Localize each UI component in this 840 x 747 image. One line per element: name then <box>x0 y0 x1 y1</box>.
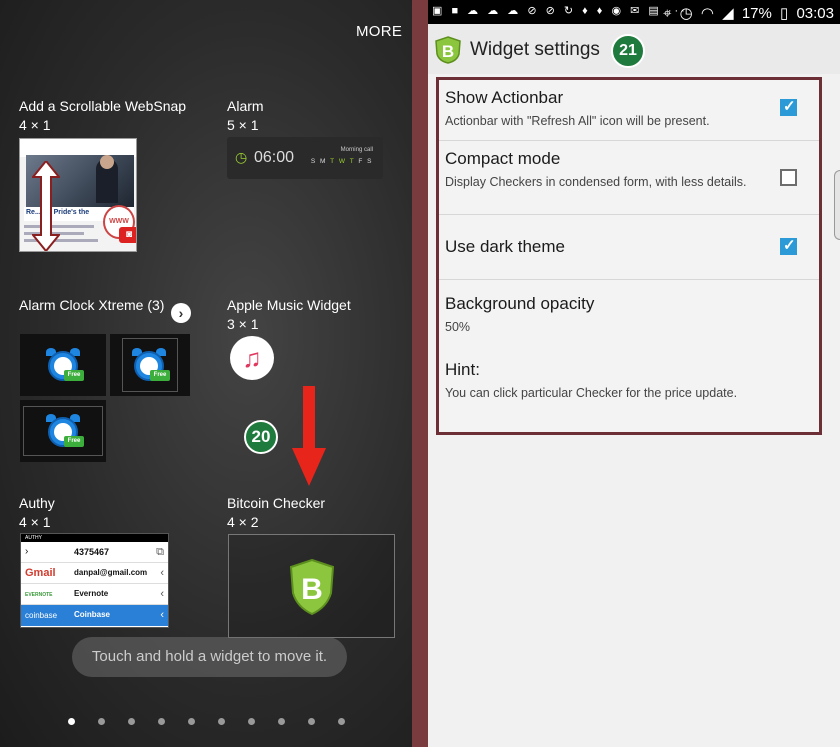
setting-title: Background opacity <box>445 294 595 313</box>
alarm-clock-icon: Free <box>44 414 84 448</box>
copy-icon: ⧉ <box>156 546 164 558</box>
alarm-icon: ◷ <box>679 5 693 22</box>
alarm-label: Morning call <box>340 147 373 153</box>
expand-chevron-icon[interactable]: › <box>171 303 191 323</box>
widget-name-bitcoin-checker: Bitcoin Checker <box>227 495 326 511</box>
widget-size-apple-music: 3 × 1 <box>227 316 259 332</box>
toast-message: Touch and hold a widget to move it. <box>72 637 347 677</box>
page-indicator <box>68 718 358 728</box>
app-bar: B Widget settings 21 <box>428 24 840 74</box>
setting-title: Compact mode <box>445 149 561 168</box>
list-item: Gmail danpal@gmail.com ‹ <box>21 563 168 584</box>
list-item: coinbase Coinbase ‹ <box>21 605 168 626</box>
notification-icons: ▣ ■ ☁ ☁ ☁ ⊘ ⊘ ↻ ♦ ♦ ◉ ✉ ▤ ··· <box>432 5 688 17</box>
websnap-widget-preview[interactable]: Re...up: Pride's the WWW ◙ <box>19 138 137 252</box>
compact-mode-checkbox[interactable] <box>780 169 797 186</box>
page-dot[interactable] <box>278 718 285 725</box>
edge-panel-handle[interactable] <box>834 170 840 240</box>
more-button[interactable]: MORE <box>356 23 402 40</box>
authy-code: 4375467 <box>74 547 110 557</box>
setting-background-opacity[interactable]: Background opacity 50% <box>439 280 819 343</box>
show-actionbar-checkbox[interactable] <box>780 97 797 116</box>
widget-picker-screen: MORE Add a Scrollable WebSnap 4 × 1 Re..… <box>0 0 412 747</box>
svg-text:B: B <box>301 573 323 606</box>
dark-theme-checkbox[interactable] <box>780 236 797 255</box>
widget-size-authy: 4 × 1 <box>19 514 51 530</box>
gmail-icon: Gmail <box>25 567 56 579</box>
svg-text:B: B <box>442 42 454 61</box>
widget-size-bitcoin-checker: 4 × 2 <box>227 514 259 530</box>
alarm-days: S M T W T F S <box>310 158 373 165</box>
evernote-icon: EVERNOTE <box>25 592 53 598</box>
status-bar: ▣ ■ ☁ ☁ ☁ ⊘ ⊘ ↻ ♦ ♦ ◉ ✉ ▤ ··· ⌖ ◷ ◠ ◢ 17… <box>428 0 840 24</box>
signal-icon: ◢ <box>722 5 734 22</box>
hint-text: You can click particular Checker for the… <box>445 386 738 400</box>
page-dot[interactable] <box>158 718 165 725</box>
page-dot[interactable] <box>188 718 195 725</box>
alarm-clock-icon: Free <box>44 348 84 382</box>
alarm-time: 06:00 <box>254 149 295 166</box>
wifi-icon: ◠ <box>700 5 714 22</box>
page-dot[interactable] <box>308 718 315 725</box>
opacity-value: 50% <box>445 320 471 334</box>
setting-title: Show Actionbar <box>445 88 564 107</box>
music-note-icon[interactable]: ♫ <box>230 336 274 380</box>
location-icon: ⌖ <box>662 5 672 22</box>
widget-name-alarm: Alarm <box>227 98 264 114</box>
alarm-widget-preview[interactable]: ◷ 06:00 Morning call S M T W T F S <box>227 137 383 179</box>
setting-summary: Display Checkers in condensed form, with… <box>445 175 747 189</box>
red-down-arrow-icon <box>292 386 326 486</box>
page-dot[interactable] <box>338 718 345 725</box>
widget-name-authy: Authy <box>19 495 55 511</box>
hint-title: Hint: <box>445 360 480 379</box>
widget-name-alarm-clock-xtreme: Alarm Clock Xtreme (3) <box>19 297 165 313</box>
widget-name-websnap: Add a Scrollable WebSnap <box>19 98 187 114</box>
list-item: EVERNOTE Evernote ‹ <box>21 584 168 605</box>
widget-size-websnap: 4 × 1 <box>19 117 51 133</box>
page-title: Widget settings <box>470 39 600 60</box>
coinbase-icon: coinbase <box>25 611 58 620</box>
list-item: › 4375467 ⧉ <box>21 542 168 563</box>
battery-icon: ▯ <box>780 5 789 22</box>
setting-use-dark-theme[interactable]: Use dark theme <box>439 215 819 280</box>
bitcoin-checker-widget-preview[interactable]: B <box>228 534 395 638</box>
camera-icon: ◙ <box>119 227 136 243</box>
alarm-xtreme-preview-2[interactable]: Free <box>110 334 190 396</box>
chevron-left-icon: ‹ <box>160 609 164 621</box>
bitcoin-checker-logo-icon: B <box>435 36 461 64</box>
step-badge-21: 21 <box>611 34 645 68</box>
alarm-clock-icon: Free <box>130 348 170 382</box>
clock: 03:03 <box>796 5 834 22</box>
chevron-left-icon: ‹ <box>160 588 164 600</box>
bitcoin-shield-icon: B <box>289 559 335 615</box>
page-dot[interactable] <box>128 718 135 725</box>
setting-title: Use dark theme <box>445 237 565 256</box>
page-dot[interactable] <box>248 718 255 725</box>
chevron-left-icon: ‹ <box>160 567 164 579</box>
battery-level: 17% <box>741 5 772 22</box>
setting-summary: Actionbar with "Refresh All" icon will b… <box>445 114 710 128</box>
authy-header: AUTHY <box>21 534 168 542</box>
setting-hint: Hint: You can click particular Checker f… <box>439 343 819 403</box>
page-dot[interactable] <box>218 718 225 725</box>
setting-show-actionbar[interactable]: Show Actionbar Actionbar with "Refresh A… <box>439 80 819 141</box>
alarm-xtreme-preview-3[interactable]: Free <box>20 400 106 462</box>
page-dot[interactable] <box>68 718 75 725</box>
scroll-arrow-icon <box>32 161 60 251</box>
widget-name-apple-music: Apple Music Widget <box>227 297 351 313</box>
settings-list: Show Actionbar Actionbar with "Refresh A… <box>436 77 822 435</box>
step-badge-20: 20 <box>244 420 278 454</box>
widget-size-alarm: 5 × 1 <box>227 117 259 133</box>
page-dot[interactable] <box>98 718 105 725</box>
alarm-xtreme-preview-1[interactable]: Free <box>20 334 106 396</box>
widget-settings-screen: ▣ ■ ☁ ☁ ☁ ⊘ ⊘ ↻ ♦ ♦ ◉ ✉ ▤ ··· ⌖ ◷ ◠ ◢ 17… <box>428 0 840 747</box>
authy-widget-preview[interactable]: AUTHY › 4375467 ⧉ Gmail danpal@gmail.com… <box>20 533 169 628</box>
alarm-clock-icon: ◷ <box>235 149 248 165</box>
setting-compact-mode[interactable]: Compact mode Display Checkers in condens… <box>439 141 819 215</box>
